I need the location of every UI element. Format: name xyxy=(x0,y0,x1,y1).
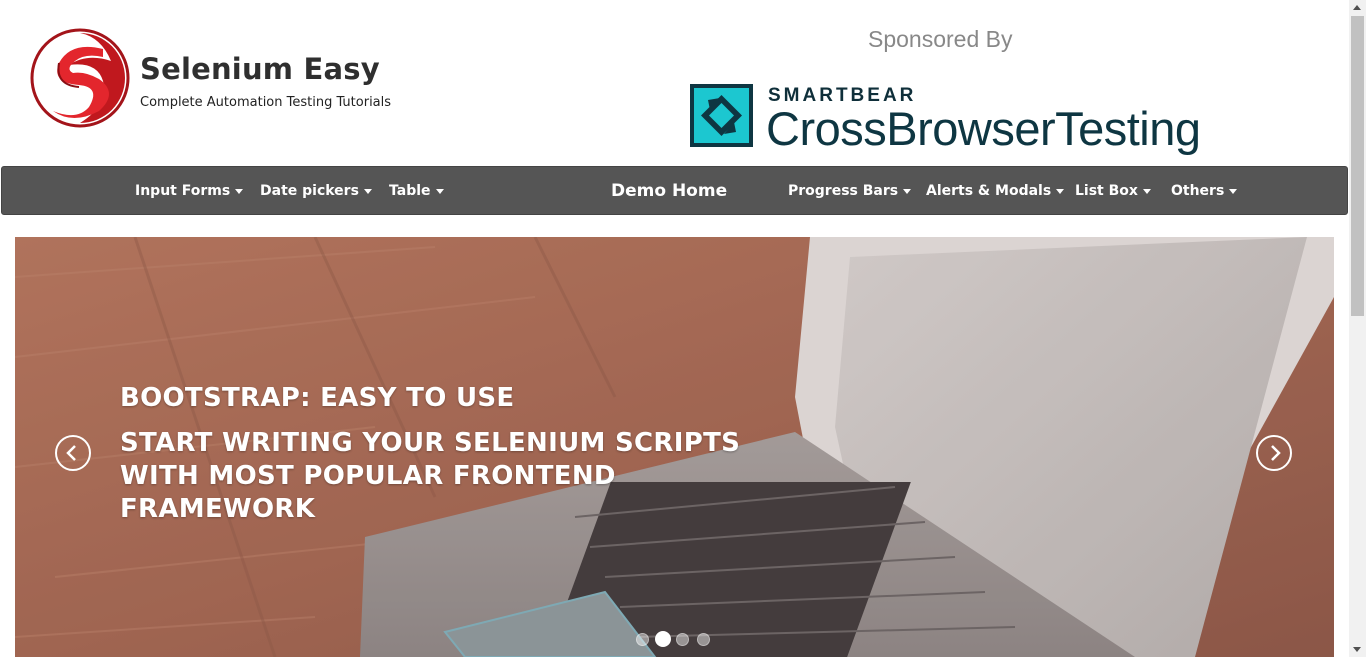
nav-label: Alerts & Modals xyxy=(926,183,1052,199)
scroll-down-arrow-icon[interactable] xyxy=(1353,647,1361,652)
nav-label: Demo Home xyxy=(611,181,728,201)
nav-label: Progress Bars xyxy=(788,183,899,199)
carousel-indicator-1[interactable] xyxy=(636,633,649,646)
nav-list-box[interactable]: List Box xyxy=(1075,167,1151,216)
caret-down-icon xyxy=(1229,188,1238,194)
selenium-easy-logo[interactable] xyxy=(29,27,131,129)
carousel-line: START WRITING YOUR SELENIUM SCRIPTS xyxy=(120,428,741,458)
nav-date-pickers[interactable]: Date pickers xyxy=(260,167,372,216)
nav-label: Date pickers xyxy=(260,183,359,199)
carousel-indicator-4[interactable] xyxy=(697,633,710,646)
caret-down-icon xyxy=(363,188,372,194)
chevron-right-icon xyxy=(1271,445,1281,461)
chevron-left-icon xyxy=(66,445,76,461)
carousel-indicator-3[interactable] xyxy=(676,633,689,646)
scrollbar-thumb[interactable] xyxy=(1351,16,1364,316)
site-title: Selenium Easy xyxy=(140,52,380,86)
hero-carousel: BOOTSTRAP: EASY TO USE START WRITING YOU… xyxy=(15,237,1334,657)
nav-label: Table xyxy=(389,183,431,199)
caret-down-icon xyxy=(1142,188,1151,194)
nav-input-forms[interactable]: Input Forms xyxy=(135,167,244,216)
smartbear-logo-icon[interactable] xyxy=(690,84,753,147)
carousel-line: FRAMEWORK xyxy=(120,494,316,524)
carousel-line: WITH MOST POPULAR FRONTEND xyxy=(120,461,616,491)
caret-down-icon xyxy=(235,188,244,194)
carousel-indicator-2[interactable] xyxy=(655,631,671,647)
sponsor-product[interactable]: CrossBrowserTesting xyxy=(766,101,1201,156)
main-navbar: Input Forms Date pickers Table Demo Home… xyxy=(1,166,1348,215)
caret-down-icon xyxy=(435,188,444,194)
nav-others[interactable]: Others xyxy=(1171,167,1238,216)
nav-table[interactable]: Table xyxy=(389,167,444,216)
nav-progress-bars[interactable]: Progress Bars xyxy=(788,167,912,216)
sponsored-by-label: Sponsored By xyxy=(868,26,1013,52)
caret-down-icon xyxy=(903,188,912,194)
carousel-caption: BOOTSTRAP: EASY TO USE START WRITING YOU… xyxy=(120,383,760,526)
nav-label: Others xyxy=(1171,183,1225,199)
scroll-up-arrow-icon[interactable] xyxy=(1353,5,1361,10)
nav-label: Input Forms xyxy=(135,183,231,199)
nav-alerts-modals[interactable]: Alerts & Modals xyxy=(926,167,1065,216)
page-scrollbar[interactable] xyxy=(1349,0,1366,657)
carousel-next-button[interactable] xyxy=(1256,435,1292,471)
carousel-prev-button[interactable] xyxy=(55,435,91,471)
nav-demo-home[interactable]: Demo Home xyxy=(611,167,727,216)
caret-down-icon xyxy=(1056,188,1065,194)
site-subtitle: Complete Automation Testing Tutorials xyxy=(140,95,392,110)
carousel-text: START WRITING YOUR SELENIUM SCRIPTS WITH… xyxy=(120,427,760,526)
carousel-heading: BOOTSTRAP: EASY TO USE xyxy=(120,383,515,413)
nav-label: List Box xyxy=(1075,183,1138,199)
